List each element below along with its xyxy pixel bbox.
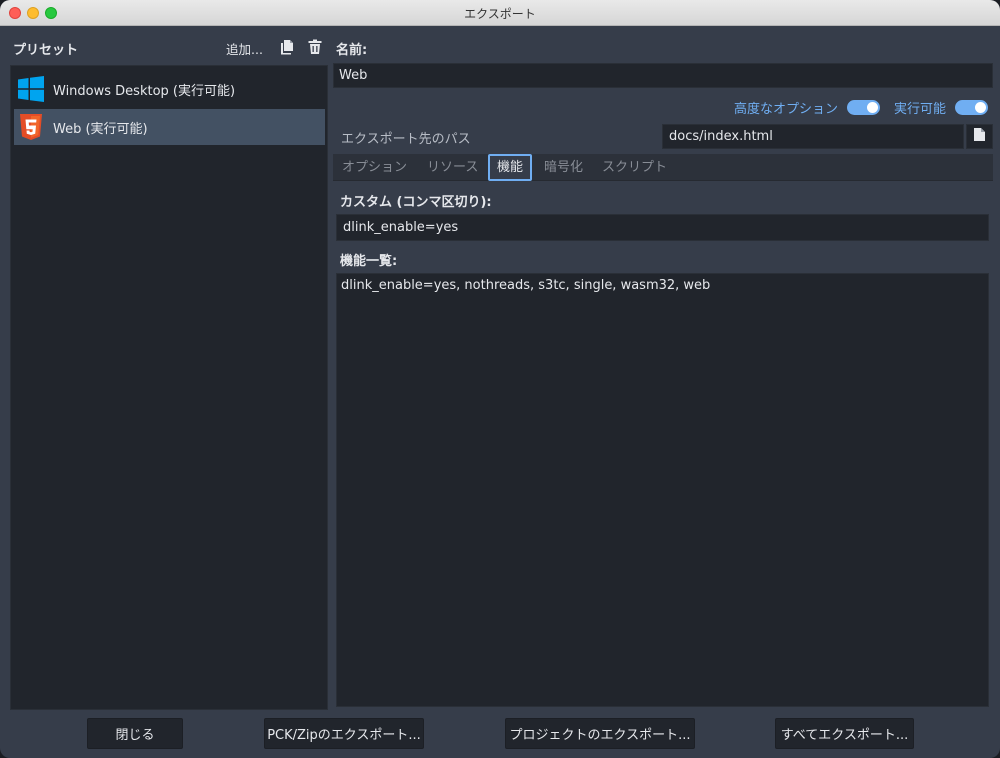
tab-scripts[interactable]: スクリプト bbox=[593, 154, 676, 181]
trash-icon[interactable] bbox=[307, 39, 323, 55]
name-field[interactable]: Web bbox=[333, 63, 993, 88]
html5-logo-icon bbox=[17, 113, 45, 141]
preset-label: Windows Desktop (実行可能) bbox=[53, 83, 236, 99]
feature-list-text[interactable]: dlink_enable=yes, nothreads, s3tc, singl… bbox=[336, 273, 989, 707]
file-icon bbox=[974, 128, 985, 145]
runnable-switch[interactable] bbox=[955, 100, 989, 115]
presets-label: プリセット bbox=[13, 43, 79, 58]
preset-item-windows-desktop[interactable]: Windows Desktop (実行可能) bbox=[14, 71, 325, 107]
tab-resources[interactable]: リソース bbox=[418, 154, 487, 181]
windows-logo-icon bbox=[17, 75, 45, 103]
export-path-label: エクスポート先のパス bbox=[341, 132, 471, 147]
custom-features-field[interactable]: dlink_enable=yes bbox=[336, 214, 989, 241]
duplicate-icon[interactable] bbox=[279, 39, 295, 55]
advanced-options-switch[interactable] bbox=[847, 100, 881, 115]
custom-features-label: カスタム (コンマ区切り): bbox=[340, 195, 492, 210]
close-button[interactable]: 閉じる bbox=[87, 718, 183, 749]
preset-list: Windows Desktop (実行可能) Web (実行可能) bbox=[10, 65, 328, 710]
runnable-label: 実行可能 bbox=[894, 102, 947, 117]
export-path-field[interactable]: docs/index.html bbox=[662, 124, 964, 149]
title-bar: エクスポート bbox=[0, 0, 1000, 26]
preset-label: Web (実行可能) bbox=[53, 121, 148, 137]
advanced-options-toggle[interactable]: 高度なオプション bbox=[734, 98, 881, 117]
runnable-toggle[interactable]: 実行可能 bbox=[894, 98, 989, 117]
name-label: 名前: bbox=[336, 43, 368, 58]
add-preset-button[interactable]: 追加... bbox=[226, 39, 263, 58]
export-dialog: エクスポート プリセット 追加... Windows Desktop (実行可能… bbox=[0, 0, 1000, 758]
tab-options[interactable]: オプション bbox=[333, 154, 416, 181]
browse-file-button[interactable] bbox=[966, 124, 993, 149]
window-title: エクスポート bbox=[464, 7, 536, 21]
advanced-options-label: 高度なオプション bbox=[734, 102, 839, 117]
export-pck-button[interactable]: PCK/Zipのエクスポート... bbox=[264, 718, 424, 749]
export-all-button[interactable]: すべてエクスポート... bbox=[775, 718, 914, 749]
export-project-button[interactable]: プロジェクトのエクスポート... bbox=[505, 718, 695, 749]
feature-list-label: 機能一覧: bbox=[340, 254, 398, 269]
tab-bar: オプション リソース 機能 暗号化 スクリプト bbox=[333, 154, 993, 181]
preset-item-web[interactable]: Web (実行可能) bbox=[14, 109, 325, 145]
tab-features[interactable]: 機能 bbox=[488, 154, 533, 181]
tab-encryption[interactable]: 暗号化 bbox=[535, 154, 592, 181]
